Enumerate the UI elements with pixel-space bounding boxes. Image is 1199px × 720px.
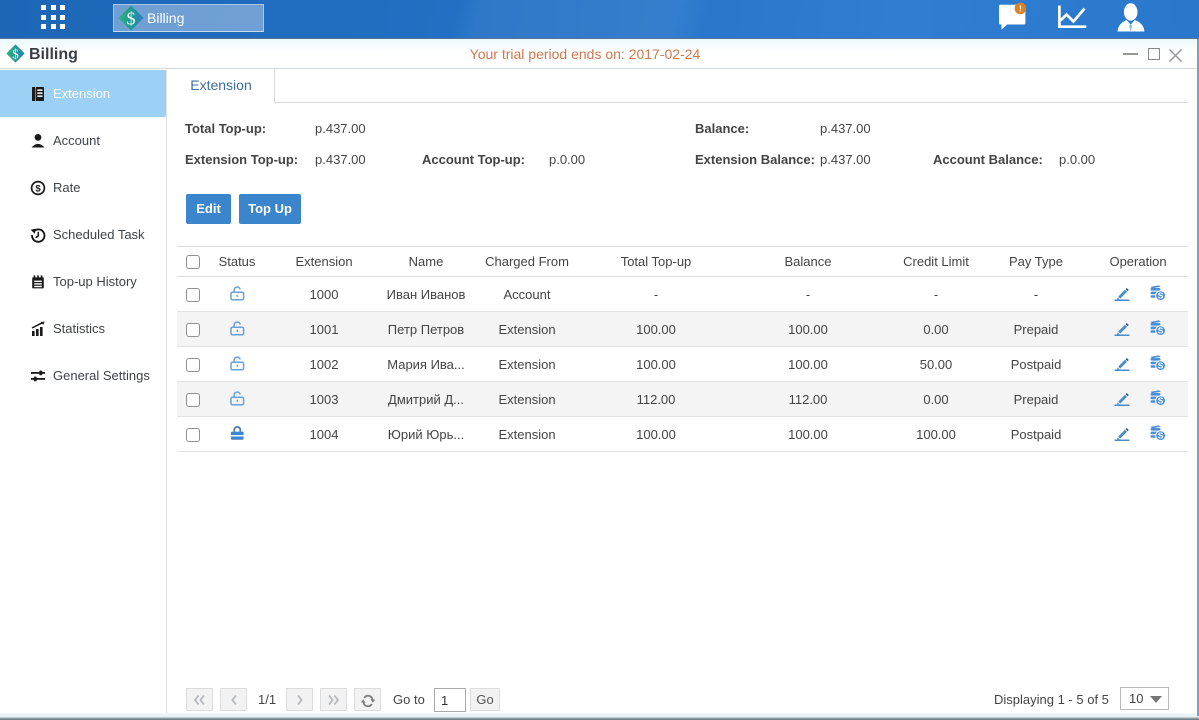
svg-text:!: ! xyxy=(1019,3,1022,13)
svg-text:S: S xyxy=(1158,431,1164,441)
svg-text:S: S xyxy=(1158,326,1164,336)
svg-text:$: $ xyxy=(127,9,136,29)
svg-text:S: S xyxy=(1158,291,1164,301)
svg-text:S: S xyxy=(1158,396,1164,406)
svg-text:$: $ xyxy=(35,183,41,194)
svg-text:S: S xyxy=(1158,361,1164,371)
